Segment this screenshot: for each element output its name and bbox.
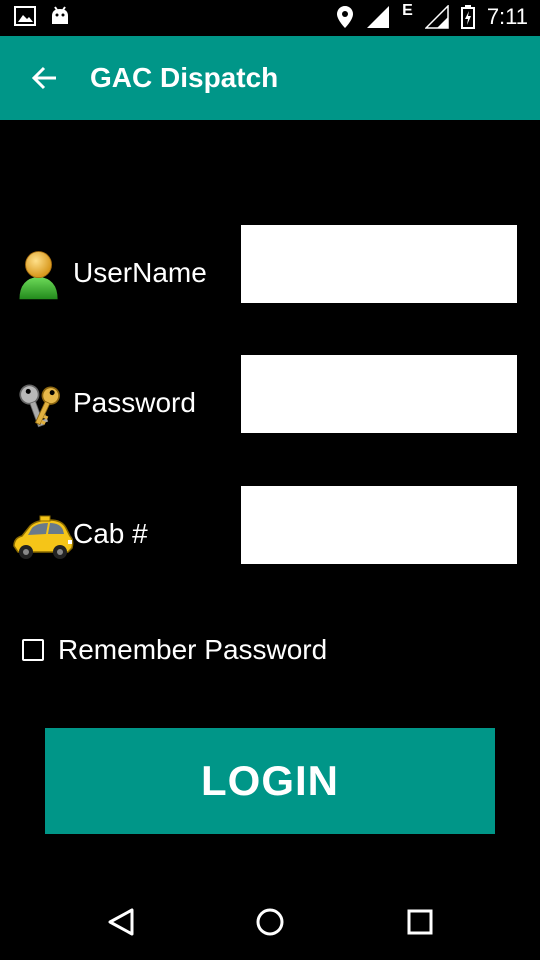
password-row: Password	[0, 355, 540, 435]
checkbox-box[interactable]	[22, 639, 44, 661]
login-button[interactable]: LOGIN	[45, 728, 495, 834]
password-input[interactable]	[241, 355, 517, 433]
password-label: Password	[73, 387, 196, 418]
battery-charging-icon	[460, 5, 475, 29]
remember-password-checkbox[interactable]: Remember Password	[22, 634, 327, 666]
back-triangle-icon[interactable]	[102, 902, 142, 942]
username-label: UserName	[73, 257, 207, 288]
taxi-icon	[13, 515, 74, 559]
navigation-bar	[0, 880, 540, 960]
home-circle-icon[interactable]	[250, 902, 290, 942]
location-icon	[337, 6, 354, 28]
recents-square-icon[interactable]	[400, 902, 440, 942]
app-bar: GAC Dispatch	[0, 36, 540, 120]
status-bar-right: E 7:11	[336, 2, 528, 30]
arrow-back-icon	[31, 66, 56, 90]
cab-row: Cab #	[0, 486, 540, 566]
user-icon	[19, 251, 58, 300]
page-title: GAC Dispatch	[90, 62, 279, 93]
android-icon	[52, 6, 68, 24]
back-button[interactable]	[24, 58, 64, 98]
cab-label: Cab #	[73, 518, 148, 549]
image-icon	[14, 6, 36, 26]
status-bar-left	[14, 6, 70, 26]
username-row: UserName	[0, 225, 540, 305]
signal-icon	[424, 5, 449, 29]
username-input[interactable]	[241, 225, 517, 303]
remember-password-label: Remember Password	[58, 634, 328, 665]
clock: 7:11	[486, 4, 528, 29]
signal-icon	[367, 6, 390, 28]
network-type-label: E	[402, 2, 413, 19]
status-bar: E 7:11	[0, 0, 540, 36]
keys-icon	[19, 384, 60, 428]
cab-number-input[interactable]	[241, 486, 517, 564]
